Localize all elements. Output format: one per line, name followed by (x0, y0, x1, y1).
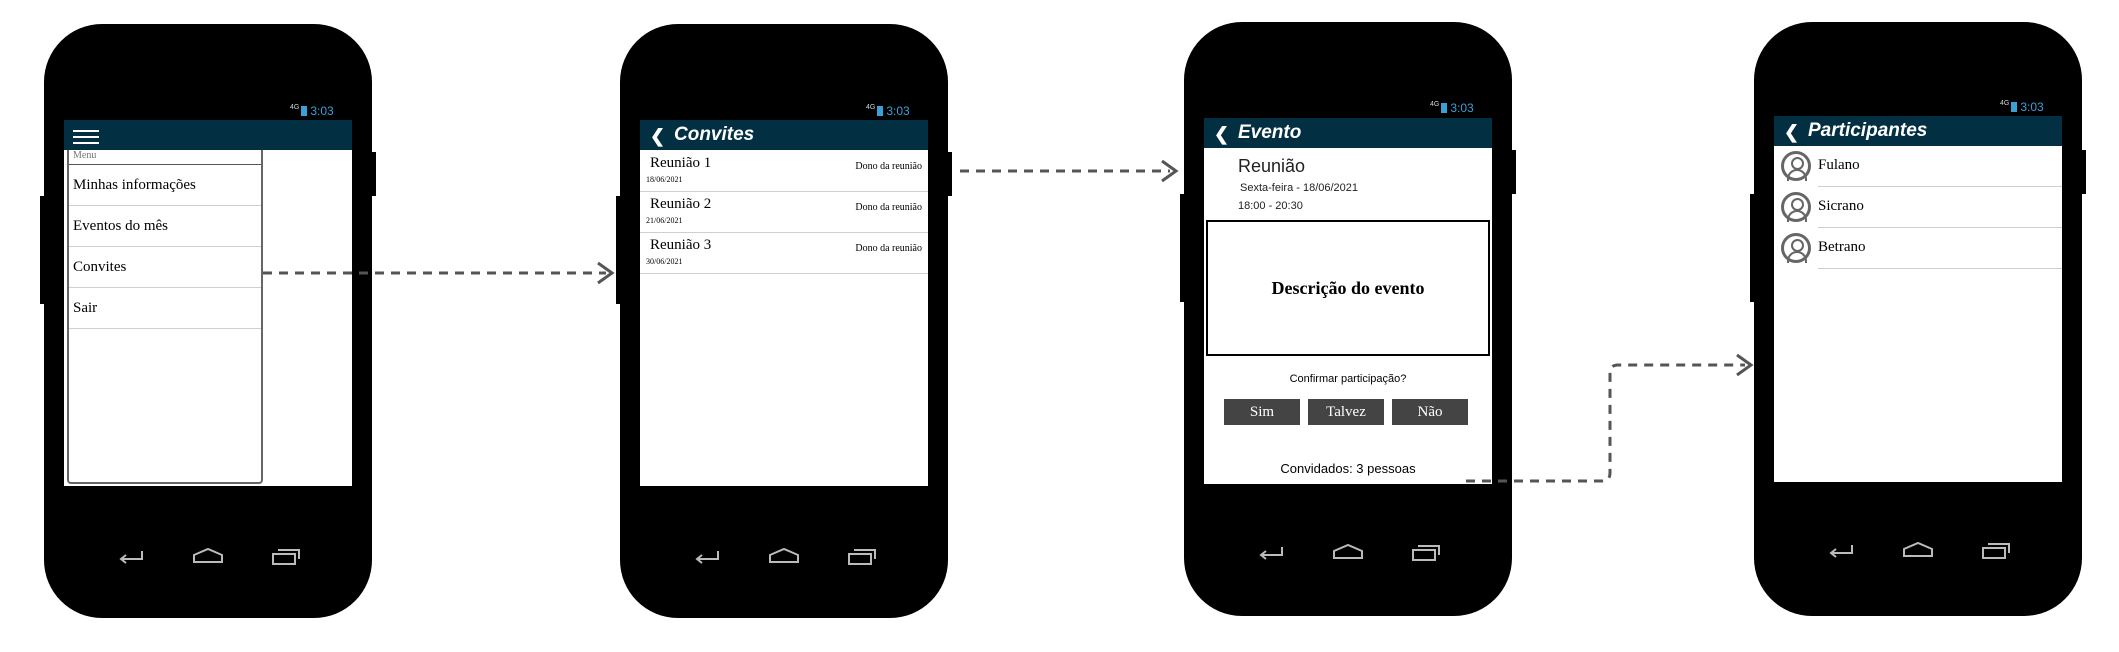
list-item[interactable]: Fulano (1818, 146, 2062, 187)
app-bar (64, 120, 352, 150)
invite-name: Reunião 1 (650, 155, 712, 171)
back-nav-icon[interactable] (1254, 542, 1288, 562)
maybe-button[interactable]: Talvez (1308, 399, 1384, 425)
home-nav-icon[interactable] (191, 546, 225, 566)
status-bar: 4G 3:03 (866, 104, 910, 118)
event-date: Sexta-feira - 18/06/2021 (1240, 182, 1359, 194)
page-title: Convites (674, 124, 755, 145)
list-item[interactable]: Reunião 3 30/06/2021 Dono da reunião (640, 233, 928, 274)
list-item[interactable]: Betrano (1818, 228, 2062, 269)
back-nav-icon[interactable] (114, 546, 148, 566)
page-title: Participantes (1808, 120, 1928, 141)
app-bar: ❮ Evento (1204, 118, 1492, 148)
status-bar: 4G 3:03 (1430, 101, 1474, 115)
battery-icon (877, 106, 884, 116)
invite-role: Dono da reunião (855, 202, 922, 213)
drawer-header: Menu (69, 150, 261, 165)
phone-convites: 4G 3:03 ❮ Convites Reunião 1 18/06/2021 D… (616, 24, 952, 618)
screen-participantes: ❮ Participantes Fulano Sicrano Betrano (1774, 116, 2062, 482)
event-name: Reunião (1238, 156, 1306, 176)
recents-nav-icon[interactable] (269, 546, 303, 566)
menu-item-minhas-informacoes[interactable]: Minhas informações (69, 165, 261, 206)
confirm-question: Confirmar participação? (1289, 373, 1407, 385)
phone-evento: 4G 3:03 ❮ Evento Reunião Sexta-feira - 18… (1180, 22, 1516, 616)
back-arrow-icon[interactable]: ❮ (1214, 124, 1229, 145)
recents-nav-icon[interactable] (1409, 542, 1443, 562)
hamburger-menu-icon[interactable] (73, 130, 99, 144)
battery-icon (1441, 103, 1448, 113)
guests-count[interactable]: Convidados: 3 pessoas (1204, 461, 1492, 476)
status-bar: 4G 3:03 (290, 104, 334, 118)
nav-bar (1184, 542, 1512, 572)
phone-participantes: 4G 3:03 ❮ Participantes Fulano Sicrano Be… (1750, 22, 2086, 616)
invite-date: 30/06/2021 (646, 257, 683, 266)
menu-item-eventos-do-mes[interactable]: Eventos do mês (69, 206, 261, 247)
recents-nav-icon[interactable] (845, 546, 879, 566)
home-nav-icon[interactable] (1331, 542, 1365, 562)
screen-evento: ❮ Evento Reunião Sexta-feira - 18/06/202… (1204, 118, 1492, 484)
back-arrow-icon[interactable]: ❮ (1784, 122, 1799, 143)
participant-name: Betrano (1818, 239, 1866, 255)
menu-item-convites[interactable]: Convites (69, 247, 261, 288)
participant-name: Sicrano (1818, 198, 1864, 214)
invite-date: 21/06/2021 (646, 216, 683, 225)
battery-icon (2011, 102, 2018, 112)
invite-name: Reunião 2 (650, 196, 712, 212)
invite-date: 18/06/2021 (646, 175, 683, 184)
screen-menu: Menu Minhas informações Eventos do mês C… (64, 120, 352, 486)
app-bar: ❮ Participantes (1774, 116, 2062, 146)
no-button[interactable]: Não (1392, 399, 1468, 425)
nav-bar (620, 546, 948, 576)
menu-item-sair[interactable]: Sair (69, 288, 261, 329)
list-item[interactable]: Reunião 2 21/06/2021 Dono da reunião (640, 192, 928, 233)
yes-button[interactable]: Sim (1224, 399, 1300, 425)
invite-role: Dono da reunião (855, 161, 922, 172)
back-nav-icon[interactable] (1824, 540, 1858, 560)
avatar-icon (1781, 192, 1811, 222)
status-bar: 4G 3:03 (2000, 100, 2044, 114)
event-time: 18:00 - 20:30 (1238, 200, 1303, 212)
screen-convites: ❮ Convites Reunião 1 18/06/2021 Dono da … (640, 120, 928, 486)
invite-name: Reunião 3 (650, 237, 712, 253)
drawer: Menu Minhas informações Eventos do mês C… (67, 150, 263, 484)
back-nav-icon[interactable] (690, 546, 724, 566)
page-title: Evento (1238, 122, 1302, 143)
list-item[interactable]: Sicrano (1818, 187, 2062, 228)
recents-nav-icon[interactable] (1979, 540, 2013, 560)
phone-menu: 4G 3:03 Menu Minhas informações Eventos d… (40, 24, 376, 618)
avatar-icon (1781, 233, 1811, 263)
event-description-box: Descrição do evento (1206, 220, 1490, 356)
nav-bar (1754, 540, 2082, 570)
home-nav-icon[interactable] (1901, 540, 1935, 560)
avatar-icon (1781, 151, 1811, 181)
app-bar: ❮ Convites (640, 120, 928, 150)
event-description: Descrição do evento (1271, 278, 1425, 298)
participant-name: Fulano (1818, 157, 1860, 173)
battery-icon (301, 106, 308, 116)
invite-role: Dono da reunião (855, 243, 922, 254)
nav-bar (44, 546, 372, 576)
list-item[interactable]: Reunião 1 18/06/2021 Dono da reunião (640, 151, 928, 192)
home-nav-icon[interactable] (767, 546, 801, 566)
back-arrow-icon[interactable]: ❮ (650, 126, 665, 147)
